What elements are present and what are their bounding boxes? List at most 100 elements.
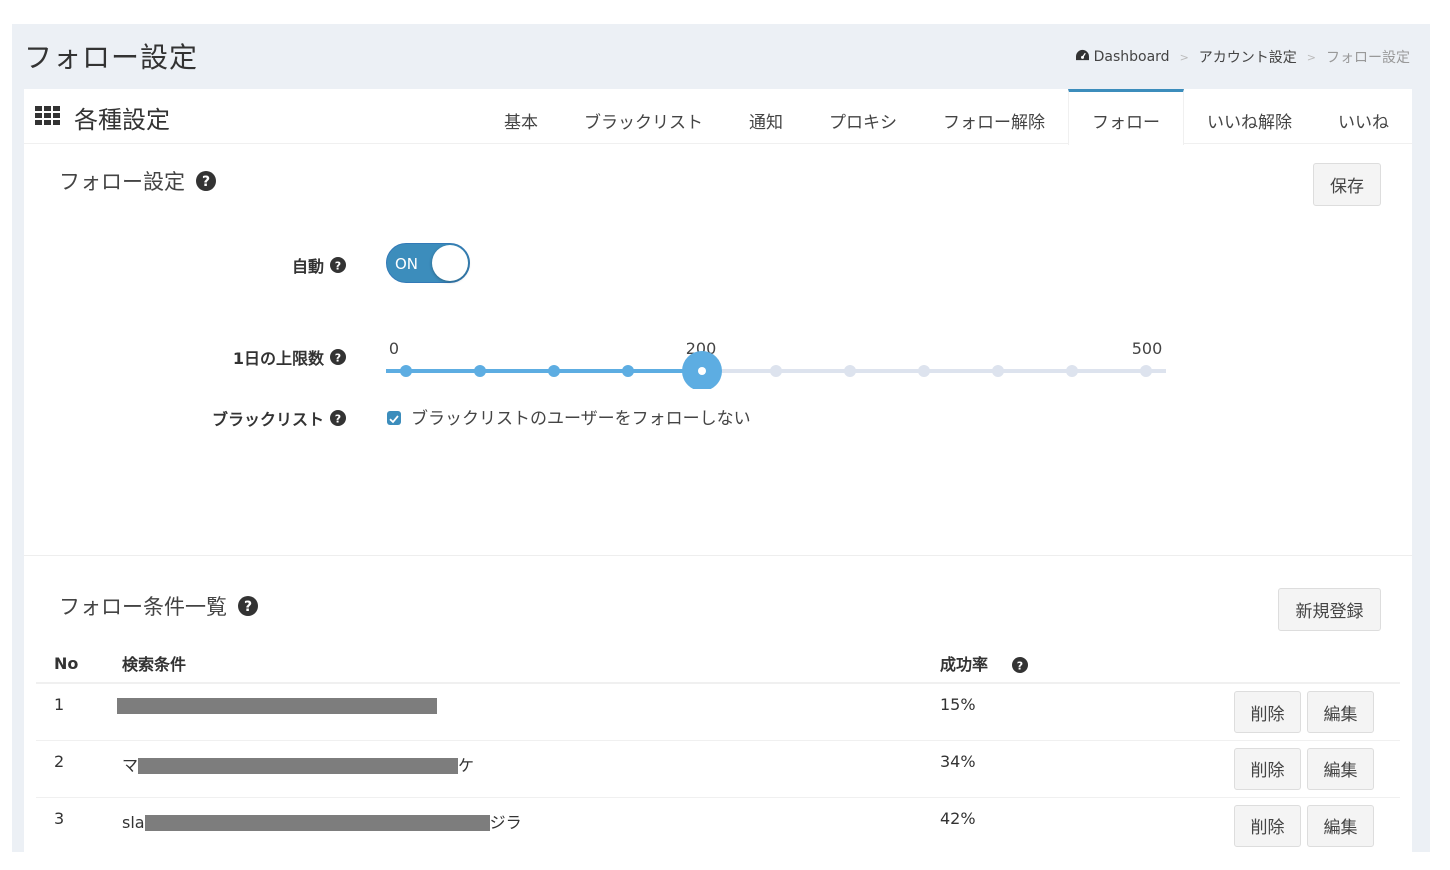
- table-row: 2 マケ 34% 削除 編集: [36, 740, 1400, 798]
- help-icon[interactable]: ?: [330, 257, 346, 273]
- row-rate: 15% 削除 編集: [922, 683, 1400, 741]
- conditions-table: No 検索条件 成功率 ? 1 15% 削除 編集 2 マ ケ 34% 削除 編…: [36, 644, 1400, 852]
- row-rate-value: 15%: [940, 695, 976, 714]
- daily-limit-label-text: 1日の上限数: [232, 349, 324, 368]
- row-rate: 42% 削除 編集: [922, 797, 1400, 852]
- column-header-query: 検索条件: [104, 644, 922, 684]
- box-title: 各種設定: [74, 106, 170, 134]
- slider-step-dot: [770, 365, 782, 377]
- tab-notification[interactable]: 通知: [726, 89, 806, 144]
- slider-step-dot: [844, 365, 856, 377]
- breadcrumb-separator: >: [1306, 50, 1316, 64]
- follow-settings-title-text: フォロー設定: [59, 170, 185, 194]
- tab-unfollow[interactable]: フォロー解除: [920, 89, 1068, 144]
- row-query-suffix: ケ: [458, 755, 475, 775]
- row-no: 2: [36, 740, 104, 798]
- conditions-title: フォロー条件一覧 ?: [59, 591, 258, 621]
- slider-track[interactable]: [386, 339, 1166, 389]
- svg-text:?: ?: [202, 174, 210, 190]
- row-no: 1: [36, 683, 104, 741]
- apps-grid-icon: [35, 106, 60, 125]
- redacted-text: [117, 697, 437, 714]
- table-row: 3 sla ジラ 42% 削除 編集: [36, 797, 1400, 852]
- slider-step-dot: [918, 365, 930, 377]
- breadcrumb-dashboard-label: Dashboard: [1093, 49, 1170, 65]
- column-header-no: No: [36, 644, 104, 684]
- breadcrumb-dashboard[interactable]: Dashboard: [1075, 49, 1170, 65]
- toggle-knob: [432, 245, 468, 281]
- row-query: sla ジラ: [104, 797, 922, 852]
- help-icon[interactable]: ?: [1011, 657, 1028, 673]
- breadcrumb-current: フォロー設定: [1326, 50, 1410, 66]
- breadcrumb-account[interactable]: アカウント設定: [1199, 47, 1297, 67]
- tab-bar: 基本 ブラックリスト 通知 プロキシ フォロー解除 フォロー いいね解除 いいね: [481, 89, 1412, 145]
- daily-limit-label: 1日の上限数 ?: [174, 345, 346, 369]
- redacted-text: [138, 758, 459, 774]
- help-icon[interactable]: ?: [330, 410, 346, 426]
- edit-button[interactable]: 編集: [1307, 804, 1374, 847]
- box-header: 各種設定 基本 ブラックリスト 通知 プロキシ フォロー解除 フォロー いいね解…: [24, 89, 1412, 145]
- row-rate: 34% 削除 編集: [922, 740, 1400, 798]
- row-query: [104, 683, 922, 741]
- delete-button[interactable]: 削除: [1234, 691, 1301, 733]
- save-button[interactable]: 保存: [1313, 163, 1381, 206]
- tab-proxy[interactable]: プロキシ: [806, 89, 920, 144]
- row-query: マケ: [104, 740, 922, 798]
- edit-button[interactable]: 編集: [1307, 747, 1374, 790]
- redacted-text: [144, 815, 490, 831]
- page-title: フォロー設定: [24, 41, 199, 74]
- content-wrapper: フォロー設定 Dashboard > アカウント設定 > フォロー設定 各種設定…: [12, 24, 1430, 852]
- edit-button[interactable]: 編集: [1307, 691, 1374, 733]
- blacklist-label: ブラックリスト ?: [174, 406, 346, 430]
- row-query-prefix: マ: [122, 755, 139, 775]
- svg-text:?: ?: [335, 351, 341, 364]
- slider-step-dot: [992, 365, 1004, 377]
- tab-blacklist[interactable]: ブラックリスト: [561, 89, 726, 144]
- row-no: 3: [36, 797, 104, 852]
- slider-step-dot: [400, 365, 412, 377]
- help-icon[interactable]: ?: [330, 349, 346, 365]
- row-actions: 削除 編集: [1234, 747, 1374, 790]
- row-actions: 削除 編集: [1234, 691, 1374, 733]
- slider-step-dot: [1066, 365, 1078, 377]
- delete-button[interactable]: 削除: [1234, 804, 1301, 847]
- auto-label-text: 自動: [291, 257, 324, 276]
- delete-button[interactable]: 削除: [1234, 747, 1301, 790]
- daily-limit-slider[interactable]: 0 200 500: [386, 339, 1166, 389]
- help-icon[interactable]: ?: [238, 596, 258, 616]
- svg-text:?: ?: [335, 412, 341, 425]
- svg-text:?: ?: [335, 259, 341, 272]
- settings-box: 各種設定 基本 ブラックリスト 通知 プロキシ フォロー解除 フォロー いいね解…: [24, 89, 1412, 852]
- help-icon[interactable]: ?: [196, 171, 216, 191]
- follow-settings-title: フォロー設定 ?: [59, 166, 216, 196]
- blacklist-checkbox[interactable]: [387, 411, 401, 425]
- blacklist-checkbox-label[interactable]: ブラックリストのユーザーをフォローしない: [411, 404, 751, 429]
- auto-label: 自動 ?: [204, 253, 346, 277]
- slider-step-dot: [474, 365, 486, 377]
- breadcrumb: Dashboard > アカウント設定 > フォロー設定: [1075, 47, 1410, 67]
- toggle-on-label: ON: [395, 255, 419, 273]
- breadcrumb-separator: >: [1179, 50, 1189, 64]
- row-rate-value: 34%: [940, 751, 976, 771]
- slider-step-dot: [548, 365, 560, 377]
- section-divider: [24, 555, 1412, 556]
- row-query-prefix: sla: [122, 812, 145, 832]
- slider-handle-center: [698, 367, 706, 375]
- blacklist-label-text: ブラックリスト: [211, 410, 324, 429]
- tab-basic[interactable]: 基本: [481, 89, 561, 144]
- row-query-suffix: ジラ: [489, 812, 522, 832]
- new-condition-button[interactable]: 新規登録: [1278, 588, 1381, 631]
- row-actions: 削除 編集: [1234, 804, 1374, 847]
- svg-text:?: ?: [1016, 659, 1022, 672]
- auto-toggle[interactable]: ON: [386, 243, 470, 283]
- slider-step-dot: [1140, 365, 1152, 377]
- row-rate-value: 42%: [940, 808, 976, 828]
- conditions-title-text: フォロー条件一覧: [59, 595, 227, 619]
- column-header-rate: 成功率 ?: [922, 644, 1400, 684]
- column-header-rate-text: 成功率: [940, 655, 989, 674]
- tab-follow[interactable]: フォロー: [1068, 89, 1184, 145]
- checkmark-icon: [389, 415, 399, 424]
- dashboard-icon: [1075, 49, 1089, 61]
- tab-like[interactable]: いいね: [1315, 89, 1412, 144]
- tab-unlike[interactable]: いいね解除: [1184, 89, 1315, 144]
